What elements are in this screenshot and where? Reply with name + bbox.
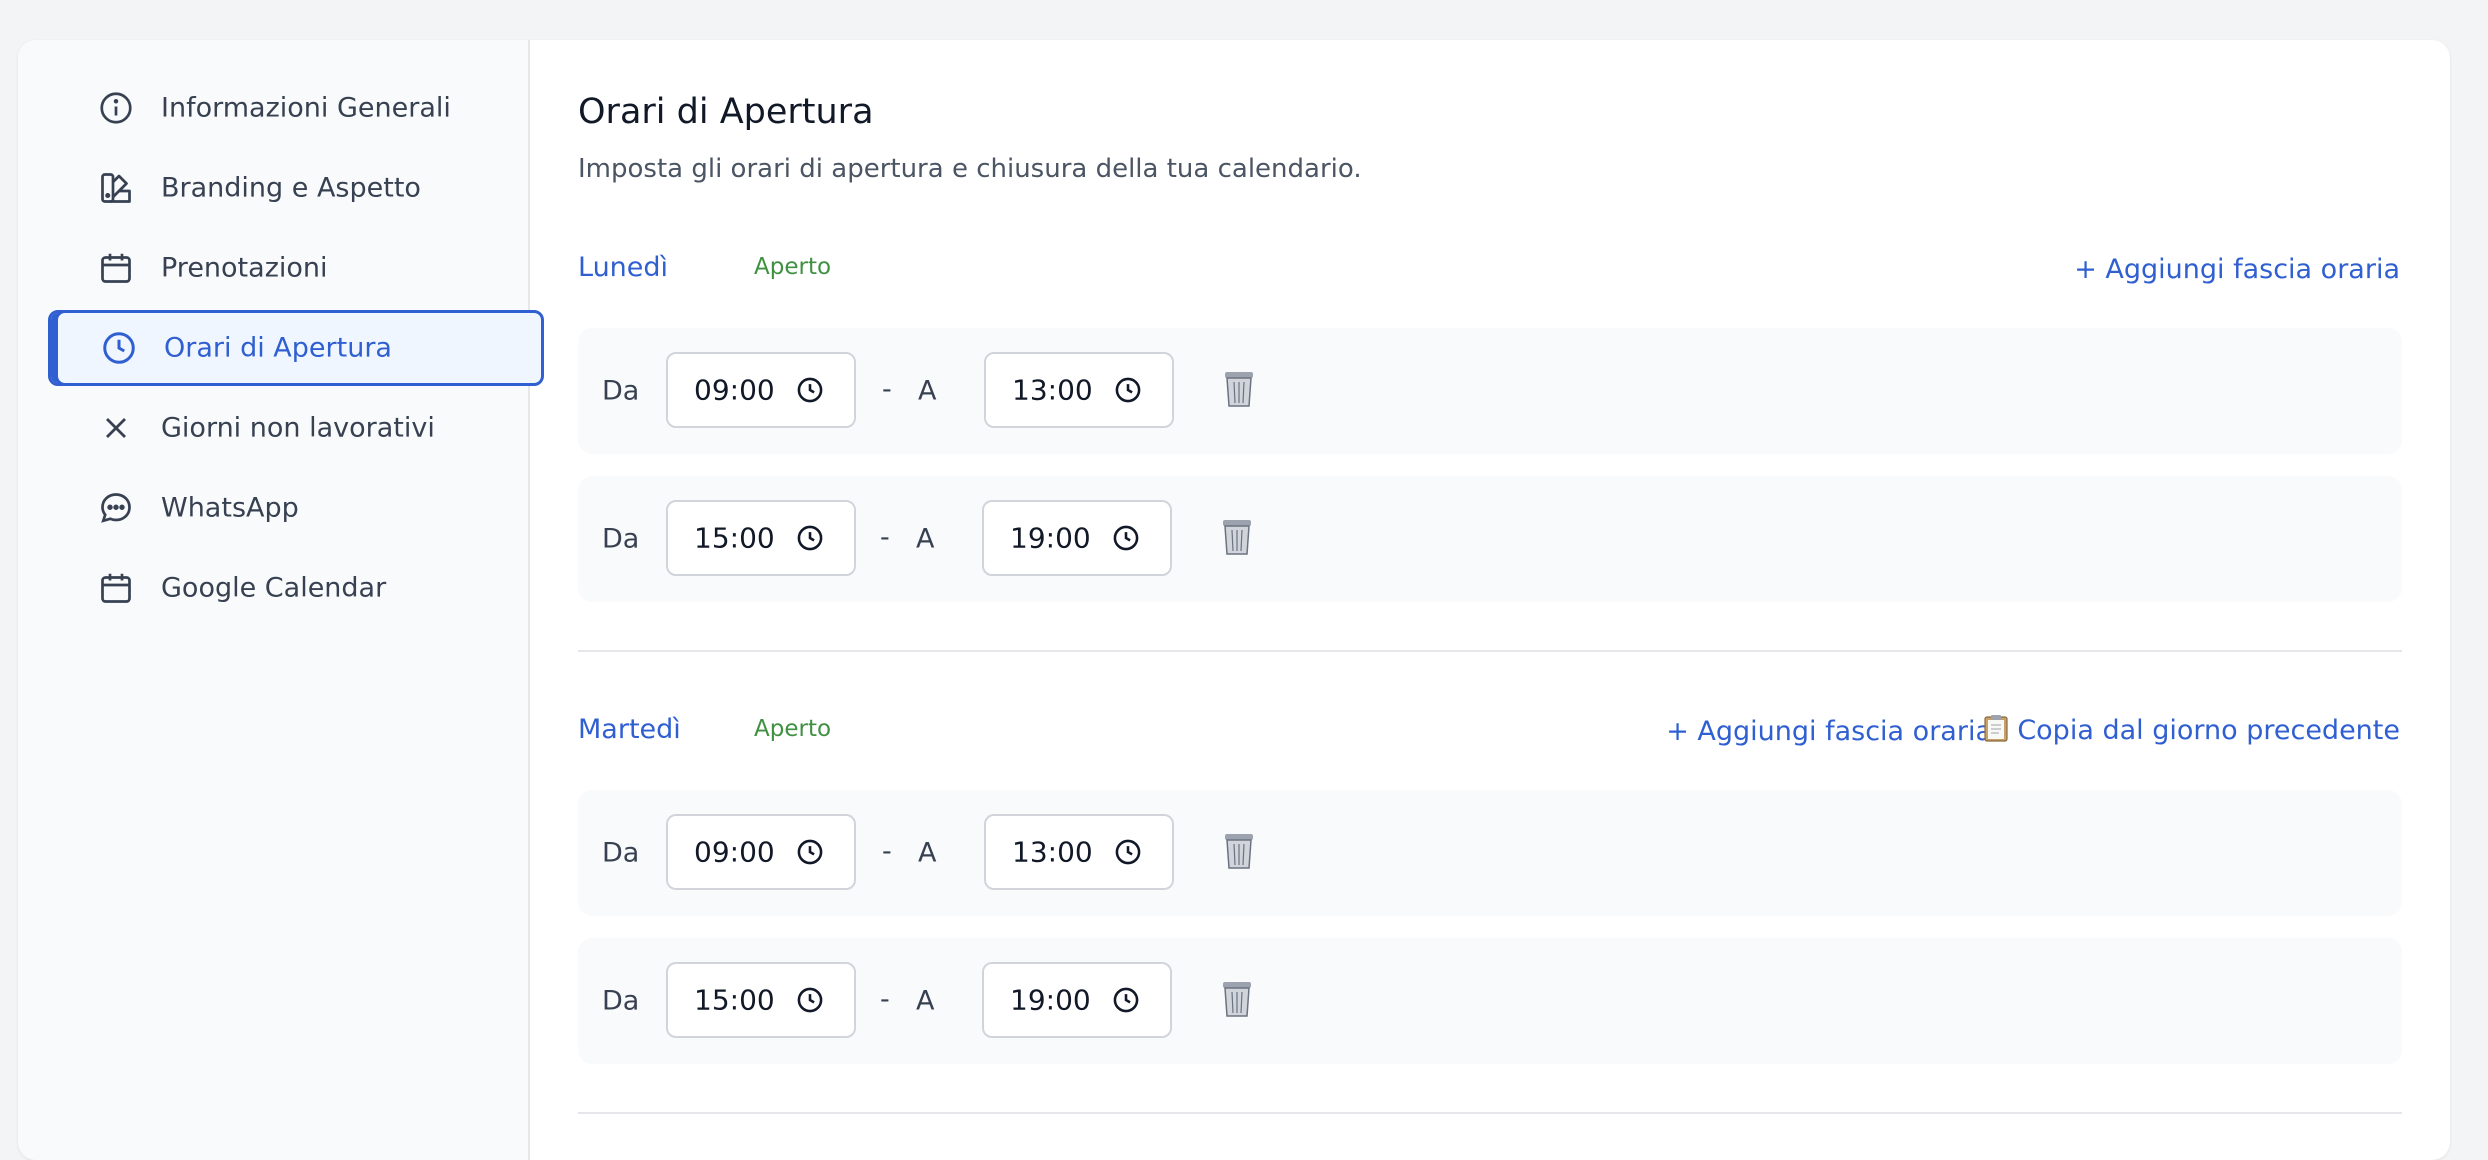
palette-icon — [98, 170, 134, 206]
info-icon — [98, 90, 134, 126]
from-time-input[interactable]: 09:00 — [666, 814, 856, 890]
from-time-input[interactable]: 09:00 — [666, 352, 856, 428]
sidebar-item-label: Branding e Aspetto — [161, 172, 421, 204]
add-time-slot-button[interactable]: + Aggiungi fascia oraria — [1666, 716, 1992, 747]
clock-icon — [797, 525, 823, 551]
time-slot-row: Da 15:00 - A 19:00 — [578, 476, 2402, 602]
sidebar-item-label: Orari di Apertura — [164, 332, 392, 364]
sidebar-item-branding[interactable]: Branding e Aspetto — [48, 150, 544, 226]
clock-icon — [797, 839, 823, 865]
sidebar-item-google-calendar[interactable]: Google Calendar — [48, 550, 544, 626]
day-divider — [578, 650, 2402, 652]
sidebar-item-informazioni-generali[interactable]: Informazioni Generali — [48, 70, 544, 146]
copy-previous-day-button[interactable]: Copia dal giorno precedente — [1983, 714, 2400, 746]
to-label: A — [916, 523, 935, 555]
clock-icon — [1115, 839, 1141, 865]
sidebar-item-whatsapp[interactable]: WhatsApp — [48, 470, 544, 546]
clock-icon — [797, 377, 823, 403]
status-badge: Aperto — [754, 254, 832, 280]
range-separator: - — [882, 835, 892, 867]
from-label: Da — [602, 523, 640, 555]
page-title: Orari di Apertura — [578, 92, 874, 132]
clock-icon — [1113, 525, 1139, 551]
range-separator: - — [880, 521, 890, 553]
from-label: Da — [602, 837, 640, 869]
calendar-icon — [98, 250, 134, 286]
sidebar-item-label: Prenotazioni — [161, 252, 328, 284]
range-separator: - — [882, 373, 892, 405]
to-time-input[interactable]: 19:00 — [982, 500, 1172, 576]
from-label: Da — [602, 375, 640, 407]
to-label: A — [918, 375, 937, 407]
range-separator: - — [880, 983, 890, 1015]
trash-icon[interactable] — [1222, 980, 1252, 1018]
close-icon — [98, 410, 134, 446]
from-time-input[interactable]: 15:00 — [666, 962, 856, 1038]
day-name: Lunedì — [578, 252, 669, 283]
chat-bubble-icon — [98, 490, 134, 526]
to-label: A — [916, 985, 935, 1017]
time-slot-row: Da 09:00 - A 13:00 — [578, 328, 2402, 454]
trash-icon[interactable] — [1224, 832, 1254, 870]
clock-icon — [797, 987, 823, 1013]
add-time-slot-button[interactable]: + Aggiungi fascia oraria — [2074, 254, 2400, 285]
trash-icon[interactable] — [1222, 518, 1252, 556]
clock-icon — [1113, 987, 1139, 1013]
calendar-icon — [98, 570, 134, 606]
clock-icon — [1115, 377, 1141, 403]
sidebar-item-prenotazioni[interactable]: Prenotazioni — [48, 230, 544, 306]
sidebar-item-label: Giorni non lavorativi — [161, 412, 435, 444]
sidebar-item-label: WhatsApp — [161, 492, 299, 524]
sidebar-item-label: Informazioni Generali — [161, 92, 451, 124]
time-slot-row: Da 15:00 - A 19:00 — [578, 938, 2402, 1064]
from-label: Da — [602, 985, 640, 1017]
day-divider — [578, 1112, 2402, 1114]
trash-icon[interactable] — [1224, 370, 1254, 408]
status-badge: Aperto — [754, 716, 832, 742]
main-content: Orari di Apertura Imposta gli orari di a… — [578, 40, 2450, 1160]
copy-previous-day-label: Copia dal giorno precedente — [2017, 715, 2400, 746]
settings-card: Informazioni Generali Branding e Aspetto… — [18, 40, 2450, 1160]
to-label: A — [918, 837, 937, 869]
clock-icon — [101, 330, 137, 366]
from-time-input[interactable]: 15:00 — [666, 500, 856, 576]
to-time-input[interactable]: 13:00 — [984, 352, 1174, 428]
sidebar-item-orari-di-apertura[interactable]: Orari di Apertura — [48, 310, 544, 386]
sidebar: Informazioni Generali Branding e Aspetto… — [18, 40, 544, 1160]
to-time-input[interactable]: 19:00 — [982, 962, 1172, 1038]
to-time-input[interactable]: 13:00 — [984, 814, 1174, 890]
page-subtitle: Imposta gli orari di apertura e chiusura… — [578, 154, 1362, 184]
day-name: Martedì — [578, 714, 681, 745]
sidebar-item-giorni-non-lavorativi[interactable]: Giorni non lavorativi — [48, 390, 544, 466]
time-slot-row: Da 09:00 - A 13:00 — [578, 790, 2402, 916]
sidebar-item-label: Google Calendar — [161, 572, 387, 604]
clipboard-icon — [1984, 715, 2008, 742]
